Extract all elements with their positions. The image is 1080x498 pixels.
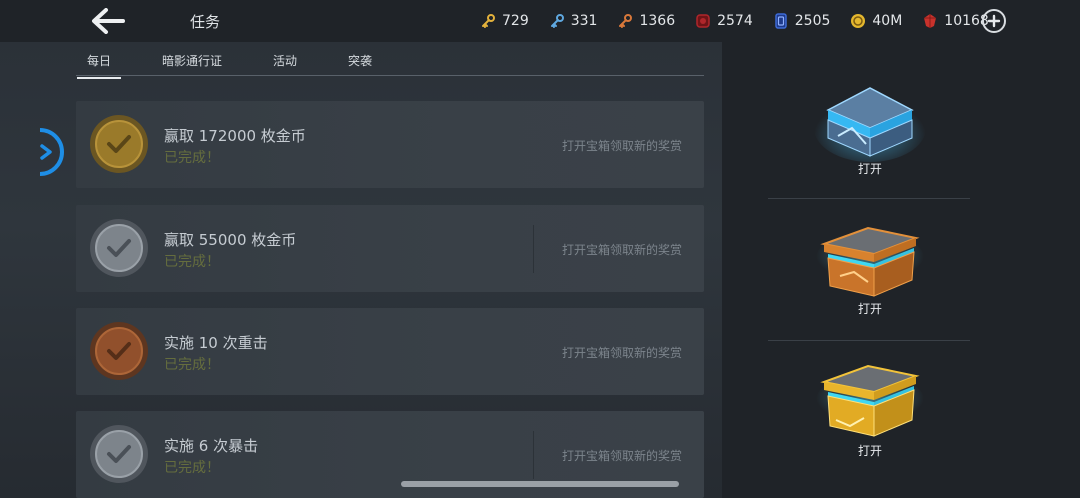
currency-value: 1366 [639,13,676,29]
task-hint: 打开宝箱领取新的奖赏 [561,346,682,360]
chest-panel: 打开 打开 打开 [722,42,1080,498]
currency-value: 729 [502,13,529,29]
horizontal-scrollbar[interactable] [401,481,679,487]
gold-key-icon [480,13,496,29]
red-token-icon [695,13,711,29]
tab-daily[interactable]: 每日 [76,52,122,79]
blue-chest-icon [814,87,926,162]
task-status: 已完成！ [164,460,220,476]
chevron-right-icon [39,128,64,176]
page-title: 任务 [190,13,221,31]
add-currency-button[interactable] [982,9,1006,33]
bronze-chest[interactable]: 打开 [768,212,1016,352]
currency-red-gem: 10168 [922,13,989,29]
bronze-key-icon [617,13,633,29]
open-chest-button[interactable]: 打开 [768,160,972,177]
currency-value: 331 [570,13,598,29]
tab-shadow-pass[interactable]: 暗影通行证 [162,52,222,69]
task-row: 赢取 55000 枚金币 已完成！ 打开宝箱领取新的奖赏 [76,205,704,292]
blue-key-icon [549,13,565,29]
task-name: 实施 6 次暴击 [164,437,259,455]
task-hint: 打开宝箱领取新的奖赏 [561,243,682,257]
task-status: 已完成！ [164,254,220,270]
currency-red-token: 2574 [695,13,753,29]
task-name: 实施 10 次重击 [164,334,268,352]
tab-divider [76,75,704,76]
blue-chest[interactable]: 打开 [768,70,1016,210]
silver-medal-icon [90,425,148,483]
check-icon [107,445,131,463]
task-row: 赢取 172000 枚金币 已完成！ 打开宝箱领取新的奖赏 [76,101,704,188]
back-arrow-icon [92,8,125,34]
task-name: 赢取 55000 枚金币 [164,231,297,249]
task-status: 已完成！ [164,150,220,166]
gold-chest[interactable]: 打开 [768,354,1016,494]
back-button[interactable] [88,6,128,36]
plus-icon [987,14,1001,28]
top-bar: 任务 729 331 1366 2574 2505 40M 10168 [0,0,1080,42]
currency-bronze-key: 1366 [617,13,675,29]
bronze-medal-icon [90,322,148,380]
open-chest-button[interactable]: 打开 [768,442,972,459]
currency-value: 40M [872,13,903,29]
task-divider [533,431,534,479]
chest-divider [768,340,970,341]
check-icon [107,342,131,360]
currency-value: 2574 [717,13,753,29]
currency-gold-coin: 40M [850,13,902,29]
gold-coin-icon [850,13,866,29]
tab-raid[interactable]: 突袭 [348,52,372,69]
bronze-chest-icon [816,226,924,297]
task-name: 赢取 172000 枚金币 [164,127,306,145]
tab-events[interactable]: 活动 [273,52,297,69]
open-chest-button[interactable]: 打开 [768,300,972,317]
currency-blue-key: 331 [549,13,598,29]
task-hint: 打开宝箱领取新的奖赏 [561,449,682,463]
task-hint: 打开宝箱领取新的奖赏 [561,139,682,153]
currency-bar: 729 331 1366 2574 2505 40M 10168 [480,0,1009,42]
red-gem-icon [922,13,938,29]
silver-medal-icon [90,219,148,277]
expand-side-button[interactable] [38,126,66,178]
task-status: 已完成！ [164,357,220,373]
task-divider [533,225,534,273]
chest-divider [768,198,970,199]
currency-blue-card: 2505 [773,13,831,29]
check-icon [107,135,131,153]
blue-card-icon [773,13,789,29]
gold-medal-icon [90,115,148,173]
check-icon [107,239,131,257]
currency-value: 2505 [794,13,831,29]
currency-gold-key: 729 [480,13,529,29]
tab-bar: 每日 暗影通行证 活动 突袭 [76,42,704,79]
task-row: 实施 10 次重击 已完成！ 打开宝箱领取新的奖赏 [76,308,704,395]
gold-chest-icon [816,364,924,437]
